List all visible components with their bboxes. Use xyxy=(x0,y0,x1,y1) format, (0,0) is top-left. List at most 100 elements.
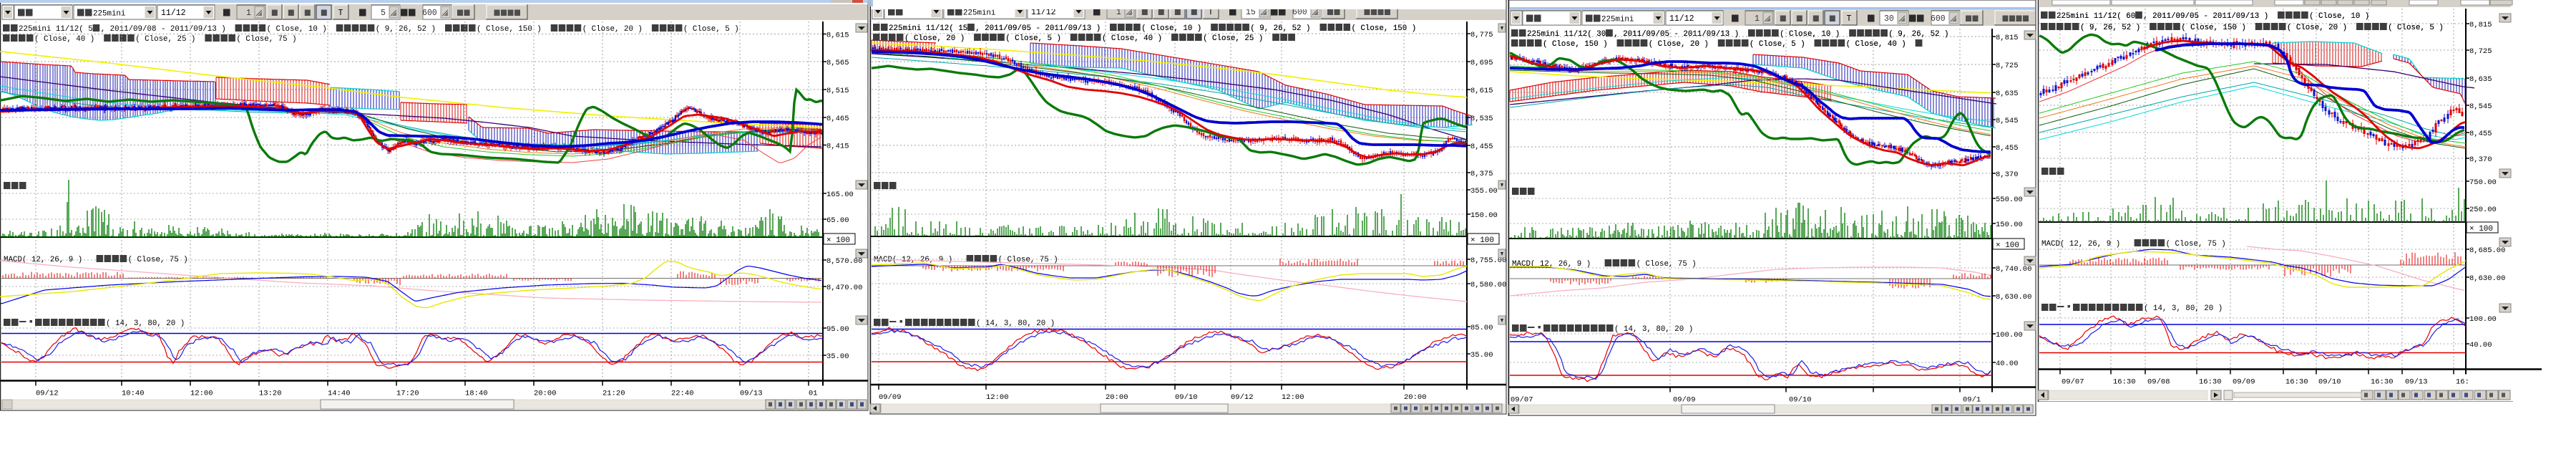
svg-text:09/12: 09/12 xyxy=(1231,393,1254,402)
svg-text:( Close, 25 ): ( Close, 25 ) xyxy=(1203,34,1263,43)
svg-text:16:30: 16:30 xyxy=(2285,378,2308,387)
svg-text:( Close, 75 ): ( Close, 75 ) xyxy=(236,35,296,44)
svg-text:09/10: 09/10 xyxy=(1175,393,1198,402)
svg-text:5: 5 xyxy=(381,9,386,18)
svg-text:( Close, 20 ): ( Close, 20 ) xyxy=(2287,24,2347,32)
svg-text:( Close, 150 ): ( Close, 150 ) xyxy=(2181,24,2246,32)
svg-text:, 2011/09/05 - 2011/09/13 ): , 2011/09/05 - 2011/09/13 ) xyxy=(2143,12,2268,21)
svg-text:( Close, 25 ): ( Close, 25 ) xyxy=(135,35,195,44)
svg-text:225mini: 225mini xyxy=(93,10,125,19)
svg-text:8,545: 8,545 xyxy=(2469,102,2492,111)
svg-text:( 14, 3, 80, 20 ): ( 14, 3, 80, 20 ) xyxy=(2144,304,2223,313)
svg-text:150.00: 150.00 xyxy=(1470,211,1498,220)
svg-text:11/12: 11/12 xyxy=(1669,14,1694,24)
svg-text:65.00: 65.00 xyxy=(826,216,849,225)
svg-text:( 9, 26, 52 ): ( 9, 26, 52 ) xyxy=(1250,24,1310,33)
svg-text:09/12: 09/12 xyxy=(36,390,59,398)
svg-text:8,695: 8,695 xyxy=(1470,59,1493,67)
svg-text:8,615: 8,615 xyxy=(826,32,849,40)
svg-text:8,470.00: 8,470.00 xyxy=(826,284,862,292)
svg-text:09/1: 09/1 xyxy=(1963,396,1981,405)
svg-text:( Close, 5 ): ( Close, 5 ) xyxy=(2388,24,2444,32)
svg-text:8,455: 8,455 xyxy=(1996,144,2019,153)
svg-text:12:00: 12:00 xyxy=(1282,393,1304,402)
svg-text:MACD( 12, 26, 9 ): MACD( 12, 26, 9 ) xyxy=(4,256,82,264)
svg-text:8,465: 8,465 xyxy=(826,115,849,123)
svg-text:20:00: 20:00 xyxy=(534,390,557,398)
svg-text:( Close, 20 ): ( Close, 20 ) xyxy=(904,34,965,43)
svg-text:21:20: 21:20 xyxy=(602,390,625,398)
svg-text:100.00: 100.00 xyxy=(2469,315,2497,324)
svg-text:( 14, 3, 80, 20 ): ( 14, 3, 80, 20 ) xyxy=(106,319,185,328)
svg-text:30: 30 xyxy=(1884,14,1894,24)
svg-text:20:00: 20:00 xyxy=(1404,393,1427,402)
svg-text:( Close, 20 ): ( Close, 20 ) xyxy=(1649,40,1709,49)
svg-text:750.00: 750.00 xyxy=(2469,178,2497,187)
svg-text:8,455: 8,455 xyxy=(1470,143,1493,151)
svg-text:, 2011/09/05 - 2011/09/13 ): , 2011/09/05 - 2011/09/13 ) xyxy=(1614,30,1739,39)
svg-text:8,630.00: 8,630.00 xyxy=(1996,293,2031,302)
svg-text:( Close, 5 ): ( Close, 5 ) xyxy=(1005,34,1061,43)
svg-text:8,570.00: 8,570.00 xyxy=(826,257,862,266)
svg-text:8,580.00: 8,580.00 xyxy=(1470,281,1506,289)
svg-text:12:00: 12:00 xyxy=(986,393,1009,402)
svg-text:09/08: 09/08 xyxy=(2147,378,2170,387)
svg-text:( 9, 26, 52 ): ( 9, 26, 52 ) xyxy=(2080,24,2140,32)
svg-text:8,565: 8,565 xyxy=(826,59,849,67)
svg-text:( Close, 40 ): ( Close, 40 ) xyxy=(1846,40,1906,49)
svg-text:225mini 11/12( 5: 225mini 11/12( 5 xyxy=(19,25,93,34)
svg-text:8,455: 8,455 xyxy=(2469,130,2492,138)
svg-text:22:40: 22:40 xyxy=(671,390,694,398)
svg-text:8,630.00: 8,630.00 xyxy=(2469,274,2505,283)
svg-text:MACD( 12, 26, 9 ): MACD( 12, 26, 9 ) xyxy=(2041,240,2120,249)
svg-text:40.00: 40.00 xyxy=(2469,341,2492,350)
svg-text:( Close, 75 ): ( Close, 75 ) xyxy=(2166,240,2226,249)
svg-text:100.00: 100.00 xyxy=(1996,331,2023,340)
svg-text:T: T xyxy=(1847,14,1852,24)
svg-text:8,775: 8,775 xyxy=(1470,31,1493,39)
svg-text:16:30: 16:30 xyxy=(2199,378,2222,387)
svg-text:09/10: 09/10 xyxy=(2318,378,2341,387)
svg-text:( 9, 26, 52 ): ( 9, 26, 52 ) xyxy=(1888,30,1948,39)
svg-text:225mini: 225mini xyxy=(1601,16,1634,24)
svg-text:, 2011/09/08 - 2011/09/13 ): , 2011/09/08 - 2011/09/13 ) xyxy=(101,25,226,34)
svg-text:8,535: 8,535 xyxy=(1470,115,1493,123)
svg-text:( Close, 150 ): ( Close, 150 ) xyxy=(1352,24,1417,33)
svg-text:95.00: 95.00 xyxy=(826,325,849,334)
svg-text:12:00: 12:00 xyxy=(190,390,213,398)
svg-text:8,740.00: 8,740.00 xyxy=(1996,265,2031,274)
svg-text:8,635: 8,635 xyxy=(2469,75,2492,84)
svg-text:40.00: 40.00 xyxy=(1996,360,2019,368)
svg-text:09/09: 09/09 xyxy=(879,393,902,402)
svg-text:( Close, 10 ): ( Close, 10 ) xyxy=(267,25,327,34)
svg-text:× 100: × 100 xyxy=(1996,241,2019,250)
svg-text:225mini: 225mini xyxy=(963,9,995,18)
svg-text:225mini 11/12( 15: 225mini 11/12( 15 xyxy=(889,24,967,33)
svg-text:( Close, 40 ): ( Close, 40 ) xyxy=(34,35,94,44)
svg-text:8,370: 8,370 xyxy=(2469,155,2492,164)
svg-text:14:40: 14:40 xyxy=(328,390,351,398)
svg-text:85.00: 85.00 xyxy=(1470,324,1493,332)
svg-text:8,615: 8,615 xyxy=(1470,87,1493,95)
svg-text:( Close, 10 ): ( Close, 10 ) xyxy=(2309,12,2369,21)
svg-text:09/07: 09/07 xyxy=(2062,378,2084,387)
svg-text:01: 01 xyxy=(809,390,818,398)
svg-text:09/09: 09/09 xyxy=(1673,396,1696,405)
svg-text:16:30: 16:30 xyxy=(2371,378,2394,387)
svg-text:225mini 11/12( 30: 225mini 11/12( 30 xyxy=(1527,30,1606,39)
svg-text:( Close, 75 ): ( Close, 75 ) xyxy=(128,256,188,264)
svg-text:8,725: 8,725 xyxy=(2469,47,2492,56)
svg-text:8,370: 8,370 xyxy=(1996,170,2019,179)
svg-text:8,545: 8,545 xyxy=(1996,117,2019,125)
svg-text:( 14, 3, 80, 20 ): ( 14, 3, 80, 20 ) xyxy=(1614,325,1693,334)
svg-text:8,815: 8,815 xyxy=(2469,21,2492,29)
svg-text:09/13: 09/13 xyxy=(2405,378,2428,387)
svg-text:8,415: 8,415 xyxy=(826,143,849,151)
svg-text:09/13: 09/13 xyxy=(740,390,763,398)
svg-text:( Close, 40 ): ( Close, 40 ) xyxy=(1102,34,1162,43)
svg-text:09/10: 09/10 xyxy=(1789,396,1812,405)
svg-text:16:30: 16:30 xyxy=(2113,378,2136,387)
svg-text:1: 1 xyxy=(1755,14,1760,24)
svg-text:( Close, 75 ): ( Close, 75 ) xyxy=(1636,260,1697,269)
svg-text:( Close, 150 ): ( Close, 150 ) xyxy=(477,25,542,34)
